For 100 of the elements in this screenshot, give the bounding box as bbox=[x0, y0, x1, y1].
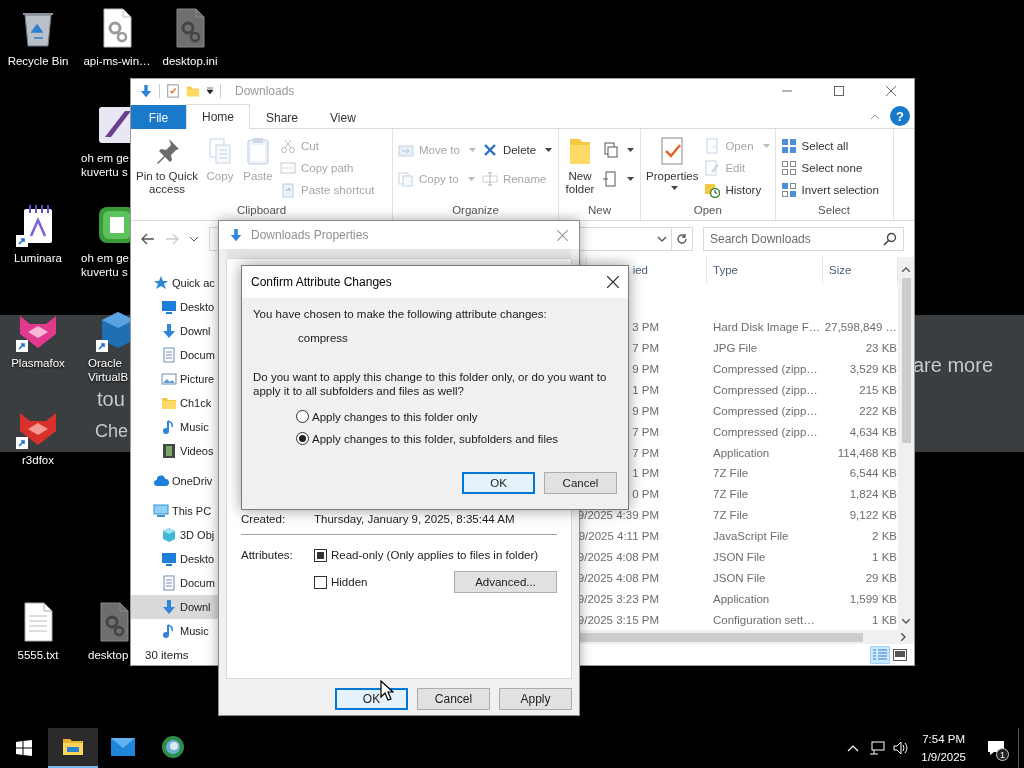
desktop-icon-label[interactable]: Recycle Bin bbox=[7, 54, 69, 68]
radio-label[interactable]: Apply changes to this folder only bbox=[312, 410, 478, 423]
ribbon-button[interactable]: Invert selection bbox=[777, 179, 882, 201]
ribbon-tab[interactable]: Home bbox=[186, 104, 250, 129]
taskbar-app[interactable] bbox=[48, 728, 98, 768]
desktop-icon-label[interactable]: Oracle VirtualB bbox=[88, 356, 129, 384]
document-icon bbox=[161, 575, 177, 591]
table-cell-text: 7 PM bbox=[632, 446, 660, 459]
desktop-icon-label[interactable]: Plasmafox bbox=[11, 356, 65, 370]
table-cell-text: 9 PM bbox=[632, 363, 660, 375]
close-icon bbox=[886, 86, 896, 96]
nav-item[interactable]: Picture bbox=[131, 367, 218, 391]
ribbon-button[interactable]: Select none bbox=[777, 157, 882, 179]
ribbon-button[interactable]: Properties bbox=[643, 133, 702, 193]
down-arrow-icon bbox=[161, 323, 177, 339]
refresh-icon bbox=[676, 233, 688, 245]
nav-item[interactable]: Quick ac bbox=[131, 271, 218, 295]
nav-item[interactable]: Videos bbox=[131, 439, 218, 463]
table-cell-text: Hard Disk Image F… bbox=[712, 321, 822, 334]
checkbox[interactable] bbox=[314, 548, 327, 562]
attribute-change: compress bbox=[298, 332, 349, 344]
nav-item[interactable]: Deskto bbox=[131, 547, 218, 571]
table-cell-text: 7Z File bbox=[712, 509, 750, 522]
nav-item[interactable]: Downl bbox=[131, 319, 218, 343]
nav-item[interactable]: Docum bbox=[131, 571, 218, 595]
group-label: Clipboard bbox=[235, 203, 288, 218]
desktop-icon-label[interactable]: Luminara bbox=[14, 251, 62, 265]
desktop-icon-label[interactable]: api-ms-win… bbox=[83, 54, 151, 68]
nav-item[interactable]: Music bbox=[131, 415, 218, 439]
ribbon-tab[interactable]: Share bbox=[250, 105, 315, 129]
advanced-button[interactable]: Advanced... bbox=[454, 571, 557, 593]
search-field[interactable]: Search Downloads bbox=[703, 227, 904, 251]
checkbox-label[interactable]: Hidden bbox=[331, 576, 368, 588]
table-cell: 6,544 KB bbox=[849, 467, 898, 480]
nav-item[interactable]: Docum bbox=[131, 343, 218, 367]
table-cell: 2 KB bbox=[872, 530, 898, 542]
window-title: Downloads bbox=[235, 84, 296, 98]
menu-tab[interactable]: File bbox=[131, 105, 186, 129]
table-cell: 215 KB bbox=[859, 383, 898, 396]
checkbox[interactable] bbox=[314, 575, 327, 589]
caret-icon bbox=[627, 176, 634, 182]
radio-button[interactable] bbox=[296, 410, 309, 423]
notification-badge: 1 bbox=[996, 748, 1009, 761]
nav-item[interactable]: OneDriv bbox=[131, 469, 218, 493]
checkbox-label[interactable]: Read-only (Only applies to files in folder) bbox=[331, 549, 539, 561]
ribbon-button[interactable]: History bbox=[701, 179, 773, 201]
refresh-button[interactable] bbox=[671, 227, 693, 251]
dialog-button[interactable]: OK bbox=[462, 472, 535, 494]
cube-icon bbox=[161, 527, 177, 543]
nav-item[interactable]: Downl bbox=[131, 595, 218, 619]
nav-item[interactable]: 3D Obj bbox=[131, 523, 218, 547]
speaker-icon bbox=[893, 741, 910, 755]
help-button[interactable]: ? bbox=[890, 106, 910, 126]
maximize-icon bbox=[834, 86, 844, 96]
field-value: Thursday, January 9, 2025, 8:35:44 AM bbox=[314, 513, 515, 525]
table-cell: 114,468 KB bbox=[837, 446, 898, 459]
column-header[interactable]: Type bbox=[713, 264, 738, 276]
desktop-icon-label[interactable]: 5555.txt bbox=[17, 648, 59, 662]
table-cell-text: Compressed (zipp… bbox=[712, 383, 819, 396]
notification-button[interactable]: 1 bbox=[974, 728, 1018, 768]
radio-button[interactable] bbox=[296, 432, 309, 445]
caret-icon bbox=[545, 147, 553, 153]
collapse-ribbon-icon bbox=[870, 114, 880, 120]
monitor-icon bbox=[161, 299, 177, 315]
edit-icon bbox=[704, 160, 721, 176]
desktop-icon-label[interactable]: oh em ge kuvertu s bbox=[81, 251, 129, 279]
ribbon-tab[interactable]: View bbox=[314, 105, 372, 129]
nav-item[interactable]: Music bbox=[131, 619, 218, 643]
dialog-button[interactable]: Cancel bbox=[417, 688, 490, 710]
ribbon-button[interactable]: New folder bbox=[561, 133, 599, 198]
ribbon-button[interactable]: Select all bbox=[777, 135, 882, 157]
column-header[interactable]: ied bbox=[632, 264, 648, 276]
desktop-icon-label[interactable]: oh em ge kuvertu s bbox=[81, 151, 129, 179]
caret-icon bbox=[206, 87, 214, 95]
nav-item[interactable]: Deskto bbox=[131, 295, 218, 319]
table-cell-text: Compressed (zipp… bbox=[712, 363, 819, 375]
desktop-icon-label[interactable]: desktop bbox=[88, 648, 129, 662]
caret-icon bbox=[762, 143, 770, 149]
document-icon bbox=[161, 347, 177, 363]
radio-label[interactable]: Apply changes to this folder, subfolders and files bbox=[312, 432, 559, 445]
scrollbar[interactable] bbox=[898, 257, 914, 630]
ribbon-button[interactable]: Pin to Quick access bbox=[133, 133, 201, 198]
document-icon bbox=[602, 171, 618, 187]
dialog-button[interactable]: Cancel bbox=[544, 472, 617, 494]
text-cursor-icon bbox=[481, 171, 498, 187]
nav-item[interactable]: This PC bbox=[131, 499, 218, 523]
desktop-icon-label[interactable]: r3dfox bbox=[22, 453, 54, 467]
scrollbar[interactable] bbox=[580, 630, 914, 644]
scroll-up-icon bbox=[902, 267, 910, 272]
column-header[interactable]: Size bbox=[829, 264, 852, 276]
folder-icon bbox=[161, 395, 177, 411]
dialog-button[interactable]: Apply bbox=[499, 688, 572, 710]
table-cell: 23 KB bbox=[865, 342, 898, 355]
desktop-icon-label[interactable]: desktop.ini bbox=[162, 54, 218, 68]
table-cell-text: 1 PM bbox=[632, 383, 660, 396]
down-arrow-icon bbox=[229, 227, 243, 243]
clock[interactable]: 7:54 PM 1/9/2025 bbox=[913, 728, 974, 768]
chevron-up-icon bbox=[847, 744, 860, 752]
nav-item[interactable]: Ch1ck bbox=[131, 391, 218, 415]
ribbon-button[interactable]: Delete bbox=[478, 139, 556, 161]
